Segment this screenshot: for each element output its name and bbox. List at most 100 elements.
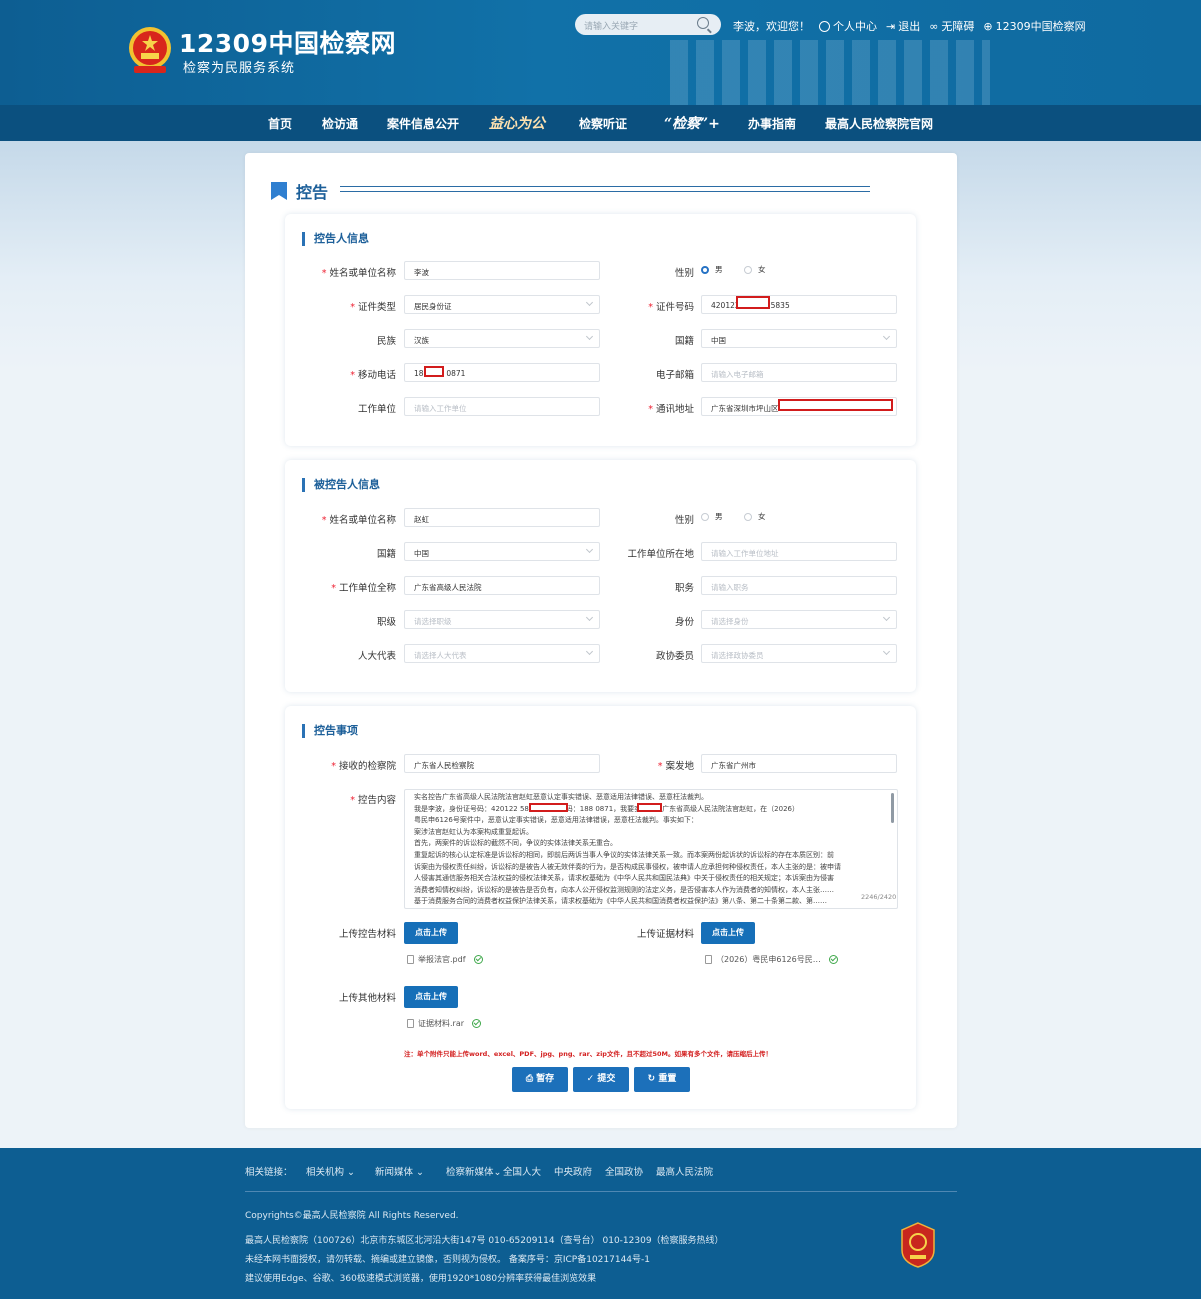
- welcome-text: 李波，欢迎您！: [733, 20, 810, 33]
- check-icon: ✓: [586, 1074, 598, 1084]
- label-cppcc: 政协委员: [655, 651, 694, 662]
- resp-gender-male-radio[interactable]: 男: [701, 511, 723, 522]
- footer-divider: [245, 1191, 957, 1192]
- workloc-field[interactable]: 请输入工作单位地址: [701, 542, 897, 561]
- label-upload-complaint: 上传控告材料: [338, 929, 396, 940]
- refresh-icon: ↻: [647, 1074, 659, 1084]
- globe-icon: ⊕: [983, 19, 993, 33]
- respondent-name-field[interactable]: 赵虹: [404, 508, 600, 527]
- file-icon: [407, 1019, 414, 1028]
- upload-evidence-button[interactable]: 点击上传: [701, 922, 755, 944]
- home-site-link[interactable]: ⊕ 12309中国检察网: [983, 18, 1085, 34]
- reset-button[interactable]: ↻ 重置: [634, 1067, 690, 1092]
- nav-spp-site[interactable]: 最高人民检察院官网: [825, 115, 933, 132]
- chevron-down-icon: [882, 613, 891, 622]
- chevron-down-icon: [882, 647, 891, 656]
- label-resp-nation: 国籍: [376, 549, 396, 560]
- gender-female-radio[interactable]: 女: [744, 264, 766, 275]
- save-icon: ⎙: [525, 1074, 537, 1084]
- footer-link[interactable]: 全国政协: [605, 1164, 643, 1178]
- complainant-name-field[interactable]: 李波: [404, 261, 600, 280]
- logout-link[interactable]: ⇥ 退出: [886, 18, 920, 34]
- label-workfull: 工作单位全称: [276, 580, 396, 594]
- nav-guide[interactable]: 办事指南: [748, 115, 796, 132]
- user-center-link[interactable]: 个人中心: [819, 18, 877, 34]
- links-label: 相关链接：: [245, 1167, 293, 1178]
- footer-browser: 建议使用Edge、谷歌、360极速模式浏览器，使用1920*1080分辨率获得最…: [245, 1274, 597, 1284]
- nav-yixinweigong[interactable]: 益心为公: [489, 113, 545, 133]
- file-item[interactable]: 证据材料.rar: [407, 1018, 482, 1029]
- submit-button[interactable]: ✓ 提交: [573, 1067, 629, 1092]
- label-nation: 国籍: [674, 336, 694, 347]
- content-line: 人侵害其通信服务相关合法权益的侵权法律关系，请求权基础为《中华人民共和国民法典》…: [414, 874, 834, 883]
- gender-male-radio[interactable]: 男: [701, 264, 723, 275]
- label-place: 案发地: [574, 758, 694, 772]
- search-input[interactable]: 请输入关键字: [575, 14, 721, 35]
- footer-link[interactable]: 检察新媒体⌄: [446, 1164, 501, 1178]
- footer-link[interactable]: 全国人大: [503, 1164, 541, 1178]
- procuratorate-field[interactable]: 广东省人民检察院: [404, 754, 600, 773]
- idno-field[interactable]: 420122 5835: [701, 295, 897, 314]
- nav-case-info[interactable]: 案件信息公开: [387, 115, 459, 132]
- nation-select[interactable]: 中国: [701, 329, 897, 348]
- content-line: 粤民申6126号案件中，恶意认定事实错误，恶意适用法律错误，恶意枉法裁判。事实如…: [414, 816, 698, 825]
- user-bar: 李波，欢迎您！ 个人中心 ⇥ 退出 ∞ 无障碍 ⊕ 12309中国检察网: [733, 18, 1086, 34]
- footer-link[interactable]: 相关机构 ⌄: [306, 1164, 355, 1178]
- label-npc: 人大代表: [357, 651, 396, 662]
- content-line: 消费者知情权纠纷，诉讼标的是被告是否负有，向本人公开侵权监测规则的法定义务，是否…: [414, 885, 834, 894]
- identity-select[interactable]: 请选择身份: [701, 610, 897, 629]
- save-button[interactable]: ⎙ 暂存: [512, 1067, 568, 1092]
- nav-home[interactable]: 首页: [268, 115, 292, 132]
- label-mobile: 移动电话: [276, 367, 396, 381]
- upload-other-button[interactable]: 点击上传: [404, 986, 458, 1008]
- label-work: 工作单位: [357, 404, 396, 415]
- upload-note: 注：单个附件只能上传word、excel、PDF、jpg、png、rar、zip…: [404, 1050, 772, 1058]
- npc-select[interactable]: 请选择人大代表: [404, 644, 600, 663]
- redaction-box: [778, 399, 893, 411]
- label-resp-name: 姓名或单位名称: [276, 512, 396, 526]
- place-field[interactable]: 广东省广州市: [701, 754, 897, 773]
- upload-complaint-button[interactable]: 点击上传: [404, 922, 458, 944]
- label-gender: 性别: [674, 268, 694, 279]
- label-identity: 身份: [674, 617, 694, 628]
- label-upload-evidence: 上传证据材料: [636, 929, 694, 940]
- content-line: 诉案由为侵权责任纠纷，诉讼标的是被告人被无效伴奏的行为，是否构成民事侵权，被申请…: [414, 862, 841, 871]
- textarea-scrollbar[interactable]: [891, 793, 894, 823]
- nav-hearing[interactable]: 检察听证: [579, 115, 627, 132]
- footer-link[interactable]: 最高人民法院: [656, 1164, 713, 1178]
- content-line: 案涉法官赵虹认为本案构成重复起诉。: [414, 827, 533, 836]
- label-ethnic: 民族: [376, 336, 396, 347]
- idtype-select[interactable]: 居民身份证: [404, 295, 600, 314]
- footer-link[interactable]: 中央政府: [554, 1164, 592, 1178]
- resp-nation-select[interactable]: 中国: [404, 542, 600, 561]
- site-title[interactable]: 12309中国检察网: [179, 24, 396, 60]
- footer-link[interactable]: 新闻媒体 ⌄: [375, 1164, 424, 1178]
- work-field[interactable]: 请输入工作单位: [404, 397, 600, 416]
- file-item[interactable]: 举报法官.pdf: [407, 954, 483, 965]
- radio-icon: [701, 512, 709, 521]
- glasses-icon: ∞: [929, 19, 939, 33]
- file-item[interactable]: （2026）粤民申6126号民…: [705, 954, 838, 965]
- workfull-field[interactable]: 广东省高级人民法院: [404, 576, 600, 595]
- search-placeholder: 请输入关键字: [584, 22, 639, 32]
- cppcc-select[interactable]: 请选择政协委员: [701, 644, 897, 663]
- section-title: 控告人信息: [302, 232, 369, 246]
- national-emblem-icon: [129, 27, 171, 73]
- header-decoration: [670, 40, 990, 105]
- accessibility-link[interactable]: ∞ 无障碍: [929, 18, 974, 34]
- redaction-box: [424, 366, 444, 377]
- label-email: 电子邮箱: [655, 370, 694, 381]
- redaction-box: [736, 296, 770, 309]
- label-address: 通讯地址: [574, 401, 694, 415]
- search-icon[interactable]: [697, 17, 709, 29]
- nav-jianfangtong[interactable]: 检访通: [322, 115, 358, 132]
- post-field[interactable]: 请输入职务: [701, 576, 897, 595]
- nav-jiancha-plus[interactable]: “检察”+: [664, 113, 720, 133]
- file-icon: [407, 955, 414, 964]
- ethnic-select[interactable]: 汉族: [404, 329, 600, 348]
- email-field[interactable]: 请输入电子邮箱: [701, 363, 897, 382]
- resp-gender-female-radio[interactable]: 女: [744, 511, 766, 522]
- page-title: 控告: [296, 183, 329, 202]
- label-idno: 证件号码: [574, 299, 694, 313]
- rank-select[interactable]: 请选择职级: [404, 610, 600, 629]
